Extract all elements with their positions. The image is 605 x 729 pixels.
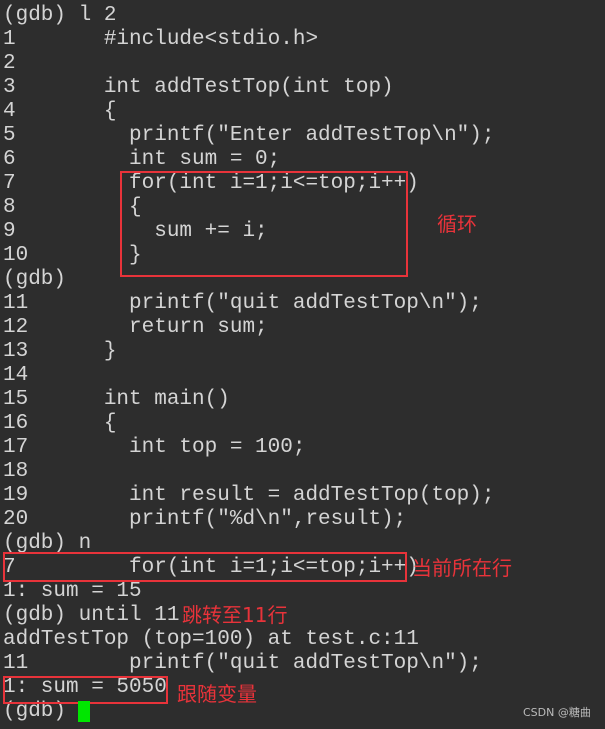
terminal-line: addTestTop (top=100) at test.c:11 — [3, 628, 419, 651]
terminal-line: 14 — [3, 364, 29, 387]
terminal-line: 18 — [3, 460, 29, 483]
terminal-line: 13 } — [3, 340, 117, 363]
loop-highlight-box — [120, 171, 408, 277]
terminal-line: 15 int main() — [3, 388, 230, 411]
terminal-line: 20 printf("%d\n",result); — [3, 508, 407, 531]
terminal-line: 1 #include<stdio.h> — [3, 28, 319, 51]
terminal-line: 1: sum = 15 — [3, 580, 142, 603]
terminal-line: 4 { — [3, 100, 117, 123]
terminal-line: (gdb) l 2 — [3, 4, 117, 27]
follow-variable-annotation: 跟随变量 — [177, 682, 257, 706]
current-line-highlight-box — [3, 552, 407, 582]
terminal-line: 3 int addTestTop(int top) — [3, 76, 394, 99]
terminal-line: 5 printf("Enter addTestTop\n"); — [3, 124, 495, 147]
terminal-line: 11 printf("quit addTestTop\n"); — [3, 652, 482, 675]
terminal-line: 6 int sum = 0; — [3, 148, 281, 171]
terminal-line: 16 { — [3, 412, 117, 435]
jump-annotation: 跳转至11行 — [182, 603, 288, 627]
terminal-line: 2 — [3, 52, 16, 75]
terminal-cursor — [78, 701, 90, 722]
terminal-line: 19 int result = addTestTop(top); — [3, 484, 495, 507]
variable-highlight-box — [3, 676, 168, 704]
current-line-annotation: 当前所在行 — [412, 556, 512, 580]
loop-annotation: 循环 — [437, 212, 477, 236]
watermark: CSDN @糖曲 — [523, 706, 591, 719]
terminal-line: 17 int top = 100; — [3, 436, 306, 459]
terminal-line: 12 return sum; — [3, 316, 268, 339]
terminal-line: 11 printf("quit addTestTop\n"); — [3, 292, 482, 315]
